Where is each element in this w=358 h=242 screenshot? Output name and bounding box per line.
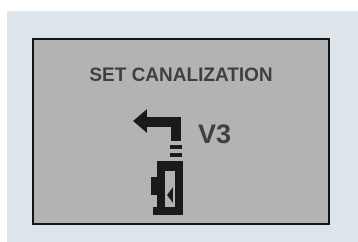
valve-label: V3 (198, 119, 232, 149)
canalization-valve-icon (131, 103, 195, 219)
set-canalization-button[interactable]: SET CANALIZATION V3 (32, 38, 330, 225)
button-title: SET CANALIZATION (89, 65, 273, 86)
